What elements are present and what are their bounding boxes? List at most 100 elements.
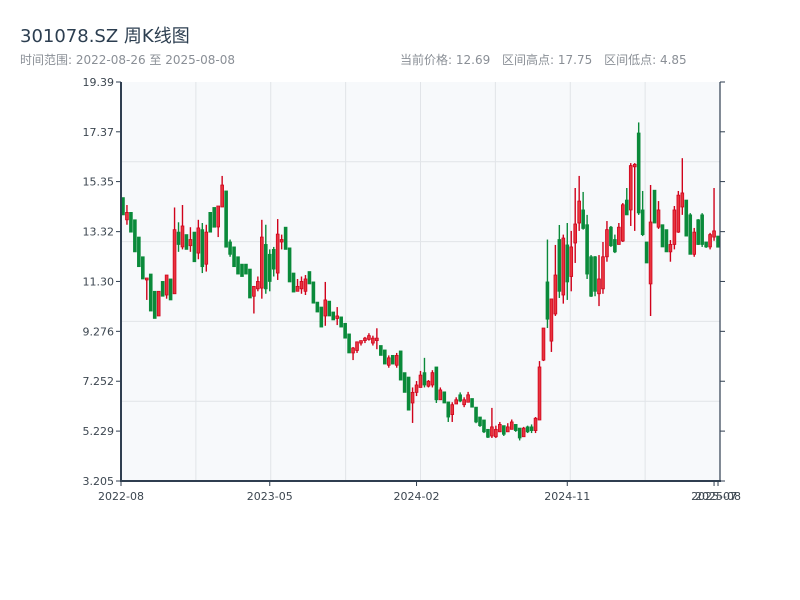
candle-body xyxy=(148,273,153,312)
candle-body xyxy=(196,227,201,254)
candle xyxy=(141,256,145,280)
candle-body xyxy=(521,427,526,438)
candle-body xyxy=(700,214,704,245)
candle-body xyxy=(446,401,451,418)
candle-body xyxy=(529,426,534,431)
candle-body xyxy=(244,263,248,275)
candle xyxy=(240,263,244,277)
candle-body xyxy=(676,194,681,233)
y-tick-label: 15.35 xyxy=(83,176,115,189)
candle-body xyxy=(291,272,296,293)
candle xyxy=(672,206,677,250)
candle-body xyxy=(613,239,617,253)
candle-body xyxy=(490,426,494,437)
candle xyxy=(248,268,252,299)
candle-body xyxy=(287,247,292,283)
candle xyxy=(343,322,347,339)
candle-body xyxy=(561,237,566,296)
candle-body xyxy=(454,399,459,405)
candle-body xyxy=(624,199,629,216)
candle-body xyxy=(652,189,657,224)
candle-body xyxy=(129,212,133,233)
candle-body xyxy=(323,299,328,317)
candle-body xyxy=(410,391,415,404)
candle xyxy=(589,255,593,297)
candle-body xyxy=(418,374,423,388)
candle xyxy=(708,232,712,250)
candle-body xyxy=(450,404,455,415)
candle xyxy=(482,419,486,434)
candle-body xyxy=(402,372,407,393)
candle-body xyxy=(248,268,252,299)
x-tick-label: 2022-08 xyxy=(98,490,144,503)
candle-body xyxy=(327,300,332,317)
candle xyxy=(315,301,320,313)
candle-body xyxy=(589,256,593,297)
candle xyxy=(133,219,137,253)
candle-body xyxy=(684,199,689,237)
candle xyxy=(228,239,232,257)
candle xyxy=(430,370,435,388)
candle xyxy=(283,226,288,250)
candle-body xyxy=(605,229,609,258)
candle-body xyxy=(581,209,585,229)
candle xyxy=(478,416,482,427)
candle xyxy=(585,214,589,279)
candle-body xyxy=(533,417,538,431)
y-tick-label: 19.39 xyxy=(83,76,115,89)
candle-body xyxy=(394,354,399,366)
candlestick-chart: 3.205 5.229 7.252 9.276 11.30 13.32 15.35 17.37… xyxy=(83,76,742,503)
candle-body xyxy=(382,349,387,365)
candle-body xyxy=(545,281,550,320)
candle xyxy=(204,224,209,272)
candle xyxy=(339,316,343,328)
candle-body xyxy=(141,256,145,280)
candle-body xyxy=(188,239,193,247)
candle-body xyxy=(271,248,276,270)
candle-body xyxy=(486,428,490,438)
candle-body xyxy=(696,219,700,245)
candle-body xyxy=(236,256,240,275)
x-tick-label: 2023-05 xyxy=(247,490,293,503)
candle-body xyxy=(315,301,320,313)
candle xyxy=(398,350,403,381)
candle xyxy=(184,234,189,250)
y-tick-label: 7.252 xyxy=(83,375,115,388)
candle-body xyxy=(557,239,562,292)
candle-body xyxy=(168,278,173,301)
candle xyxy=(327,300,332,317)
candle xyxy=(513,424,518,432)
candle xyxy=(394,352,399,368)
y-tick-label: 13.32 xyxy=(83,226,115,239)
candle-body xyxy=(601,256,605,290)
candle xyxy=(533,417,538,434)
candle-body xyxy=(565,244,570,283)
candle-body xyxy=(442,391,447,404)
candle-body xyxy=(478,416,482,427)
candle-body xyxy=(525,426,530,433)
candle xyxy=(541,327,546,362)
candle-body xyxy=(648,221,653,285)
candle xyxy=(676,190,681,233)
candle-body xyxy=(434,366,439,401)
candle-body xyxy=(406,376,411,411)
candle-body xyxy=(537,366,542,421)
candle-body xyxy=(430,372,435,386)
candle xyxy=(212,207,217,228)
candle-body xyxy=(331,311,336,321)
candle xyxy=(692,227,697,257)
candle xyxy=(224,190,228,248)
candle-body xyxy=(184,234,189,250)
candle-body xyxy=(204,231,209,265)
y-tick-label: 17.37 xyxy=(83,126,115,139)
candle-body xyxy=(708,234,712,248)
candle xyxy=(700,213,704,247)
candle-body xyxy=(228,241,232,255)
candle xyxy=(311,281,316,304)
candle xyxy=(664,229,669,253)
candle xyxy=(121,197,125,216)
candle-body xyxy=(438,389,443,401)
candle-body xyxy=(307,271,312,285)
candle-body xyxy=(668,244,673,253)
candle-body xyxy=(363,337,367,342)
